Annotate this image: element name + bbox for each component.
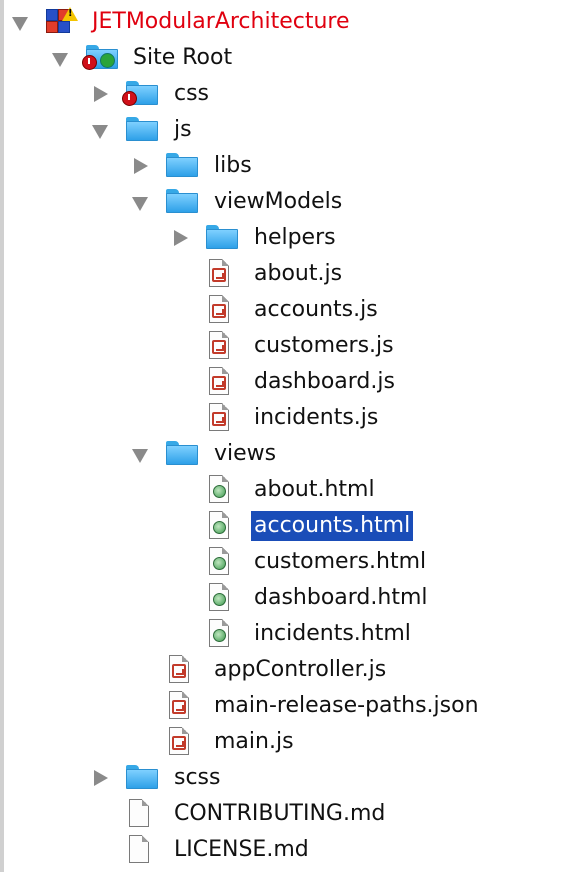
expand-arrow-icon[interactable] [132,449,148,463]
file-label: appController.js [214,657,387,682]
folder-icon [126,115,159,143]
expand-arrow-icon[interactable] [12,17,28,31]
expand-arrow-icon[interactable] [132,197,148,211]
file-label: CONTRIBUTING.md [174,801,386,826]
project-warning-icon [46,7,78,39]
file-label: accounts.js [254,297,378,322]
tree-row-project[interactable]: JETModularArchitecture [0,4,570,40]
file-label: incidents.html [254,621,411,646]
folder-icon [166,187,199,215]
tree-row-file[interactable]: dashboard.js [0,364,570,400]
text-file-icon [128,799,151,829]
tree-row-helpers[interactable]: helpers [0,220,570,256]
tree-row-file[interactable]: CONTRIBUTING.md [0,796,570,832]
js-file-icon [208,367,231,397]
expand-arrow-icon[interactable] [92,125,108,139]
file-label: about.js [254,261,343,286]
tree-row-file[interactable]: accounts.js [0,292,570,328]
folder-label: libs [214,153,252,178]
tree-row-file[interactable]: incidents.html [0,616,570,652]
tree-row-viewmodels[interactable]: viewModels [0,184,570,220]
folder-icon [166,151,199,179]
js-file-icon [168,655,191,685]
html-file-icon [208,583,231,613]
file-label: main.js [214,729,294,754]
file-label: main-release-paths.json [214,693,479,718]
tree-row-libs[interactable]: libs [0,148,570,184]
tree-row-file[interactable]: LICENSE.md [0,832,570,868]
js-file-icon [208,259,231,289]
folder-label: scss [174,765,221,790]
project-label: JETModularArchitecture [92,9,350,34]
js-file-icon [168,727,191,757]
collapse-arrow-icon[interactable] [174,230,188,246]
js-file-icon [208,331,231,361]
html-file-icon [208,619,231,649]
tree-row-file[interactable]: dashboard.html [0,580,570,616]
file-label: about.html [254,477,375,502]
file-label-selected: accounts.html [251,511,414,541]
folder-error-icon [122,79,159,107]
folder-icon [126,763,159,791]
site-root-label: Site Root [133,45,233,70]
file-label: dashboard.html [254,585,428,610]
folder-label: js [174,117,192,142]
file-label: LICENSE.md [174,837,309,862]
tree-row-file[interactable]: customers.html [0,544,570,580]
folder-icon [166,439,199,467]
tree-row-js[interactable]: js [0,112,570,148]
tree-row-file-selected[interactable]: accounts.html [0,508,570,544]
text-file-icon [128,835,151,865]
folder-icon [206,223,239,251]
tree-row-file[interactable]: customers.js [0,328,570,364]
js-file-icon [168,691,191,721]
site-root-folder-icon [82,43,122,73]
tree-row-scss[interactable]: scss [0,760,570,796]
collapse-arrow-icon[interactable] [94,86,108,102]
tree-row-file[interactable]: main.js [0,724,570,760]
tree-row-file[interactable]: appController.js [0,652,570,688]
folder-label: views [214,441,277,466]
tree-row-file[interactable]: about.js [0,256,570,292]
tree-row-file[interactable]: about.html [0,472,570,508]
collapse-arrow-icon[interactable] [134,158,148,174]
folder-label: viewModels [214,189,343,214]
tree-row-file[interactable]: main-release-paths.json [0,688,570,724]
html-file-icon [208,547,231,577]
collapse-arrow-icon[interactable] [94,770,108,786]
folder-label: helpers [254,225,336,250]
js-file-icon [208,403,231,433]
file-label: customers.js [254,333,394,358]
tree-row-css[interactable]: css [0,76,570,112]
tree-row-site-root[interactable]: Site Root [0,40,570,76]
html-file-icon [208,511,231,541]
js-file-icon [208,295,231,325]
file-label: dashboard.js [254,369,395,394]
expand-arrow-icon[interactable] [52,53,68,67]
html-file-icon [208,475,231,505]
file-label: customers.html [254,549,427,574]
folder-label: css [174,81,210,106]
file-label: incidents.js [254,405,379,430]
tree-row-views[interactable]: views [0,436,570,472]
tree-row-file[interactable]: incidents.js [0,400,570,436]
